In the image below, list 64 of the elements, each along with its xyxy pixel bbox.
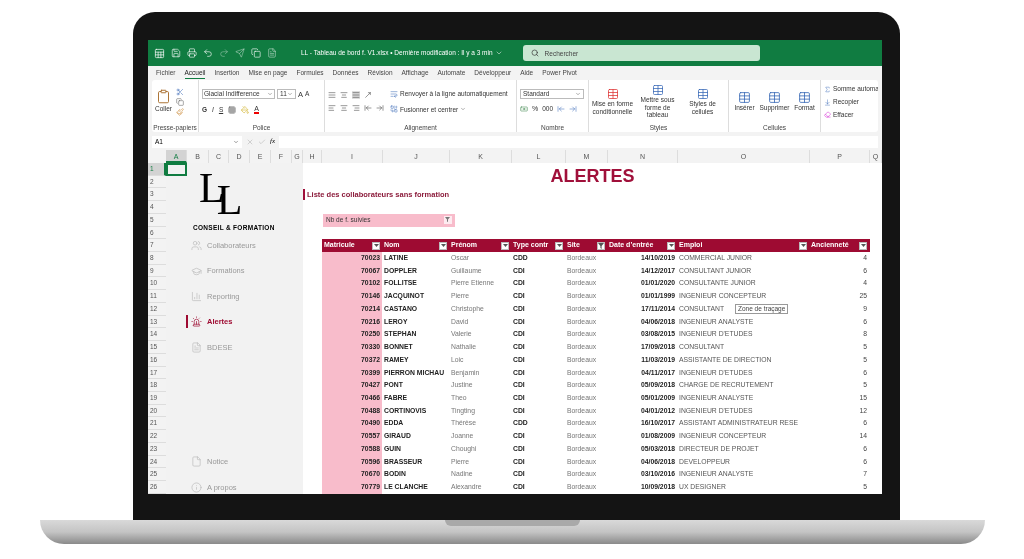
paintbrush-icon[interactable]	[176, 107, 184, 116]
document-icon[interactable]	[267, 48, 277, 58]
table-icon	[768, 91, 781, 105]
table-icon	[606, 88, 619, 100]
filter-applied-button[interactable]	[597, 241, 605, 250]
enter-icon[interactable]	[258, 137, 266, 146]
merge-icon	[390, 105, 398, 114]
orientation-icon[interactable]	[364, 91, 372, 99]
increase-decimal-icon[interactable]	[557, 105, 566, 113]
caret-icon	[575, 90, 581, 97]
filter-dropdown-button[interactable]	[555, 241, 563, 250]
align-bottom-icon[interactable]	[352, 91, 360, 99]
filter-dropdown-button[interactable]	[859, 241, 867, 250]
search-icon	[530, 49, 539, 57]
filter-dropdown-button[interactable]	[799, 241, 807, 250]
currency-icon[interactable]	[520, 105, 528, 113]
table-icon	[651, 84, 664, 97]
eraser-icon	[824, 111, 831, 119]
table-icon	[696, 88, 709, 100]
document-icon	[191, 341, 202, 353]
increase-indent-icon[interactable]	[376, 104, 384, 112]
align-center-icon[interactable]	[340, 104, 348, 112]
send-icon[interactable]	[235, 48, 245, 58]
info-icon	[191, 481, 202, 493]
arrow-down-icon	[824, 98, 831, 106]
spreadsheet-logo-icon[interactable]	[154, 47, 165, 59]
decrease-indent-icon[interactable]	[364, 104, 372, 112]
bar-chart-icon	[191, 291, 202, 303]
clipboard-icon	[156, 89, 171, 105]
people-icon	[191, 240, 202, 252]
graduation-cap-icon	[191, 265, 202, 277]
align-top-icon[interactable]	[328, 91, 336, 99]
cancel-icon[interactable]	[246, 137, 254, 146]
undo-icon[interactable]	[203, 48, 213, 58]
table-icon	[798, 91, 811, 105]
filter-dropdown-button[interactable]	[439, 241, 447, 250]
caret-icon	[460, 106, 467, 113]
copy-icon[interactable]	[251, 48, 261, 58]
decrease-decimal-icon[interactable]	[569, 105, 578, 113]
filter-dropdown-button[interactable]	[501, 241, 509, 250]
document-icon	[191, 456, 202, 468]
fill-color-icon[interactable]	[241, 105, 250, 114]
active-cell-outline[interactable]	[166, 163, 187, 176]
page-title: ALERTES	[550, 165, 635, 186]
caret-icon	[267, 91, 273, 98]
clear-filter-icon[interactable]	[444, 216, 452, 225]
siren-icon	[191, 316, 202, 328]
table-icon	[738, 91, 751, 105]
redo-icon[interactable]	[219, 48, 229, 58]
logo-monogram: LL	[199, 167, 243, 221]
save-icon[interactable]	[171, 48, 181, 58]
caret-icon	[233, 138, 239, 145]
printer-icon[interactable]	[187, 48, 197, 58]
align-right-icon[interactable]	[352, 104, 360, 112]
align-left-icon[interactable]	[328, 104, 336, 112]
caret-icon	[287, 91, 293, 98]
chevron-down-icon[interactable]	[494, 49, 503, 57]
copy-icon[interactable]	[176, 97, 184, 106]
filter-dropdown-button[interactable]	[667, 241, 675, 250]
align-middle-icon[interactable]	[340, 91, 348, 99]
filter-dropdown-button[interactable]	[372, 241, 380, 250]
wrap-text-icon	[390, 89, 398, 98]
sigma-icon	[824, 85, 831, 93]
scissors-icon[interactable]	[176, 87, 184, 96]
